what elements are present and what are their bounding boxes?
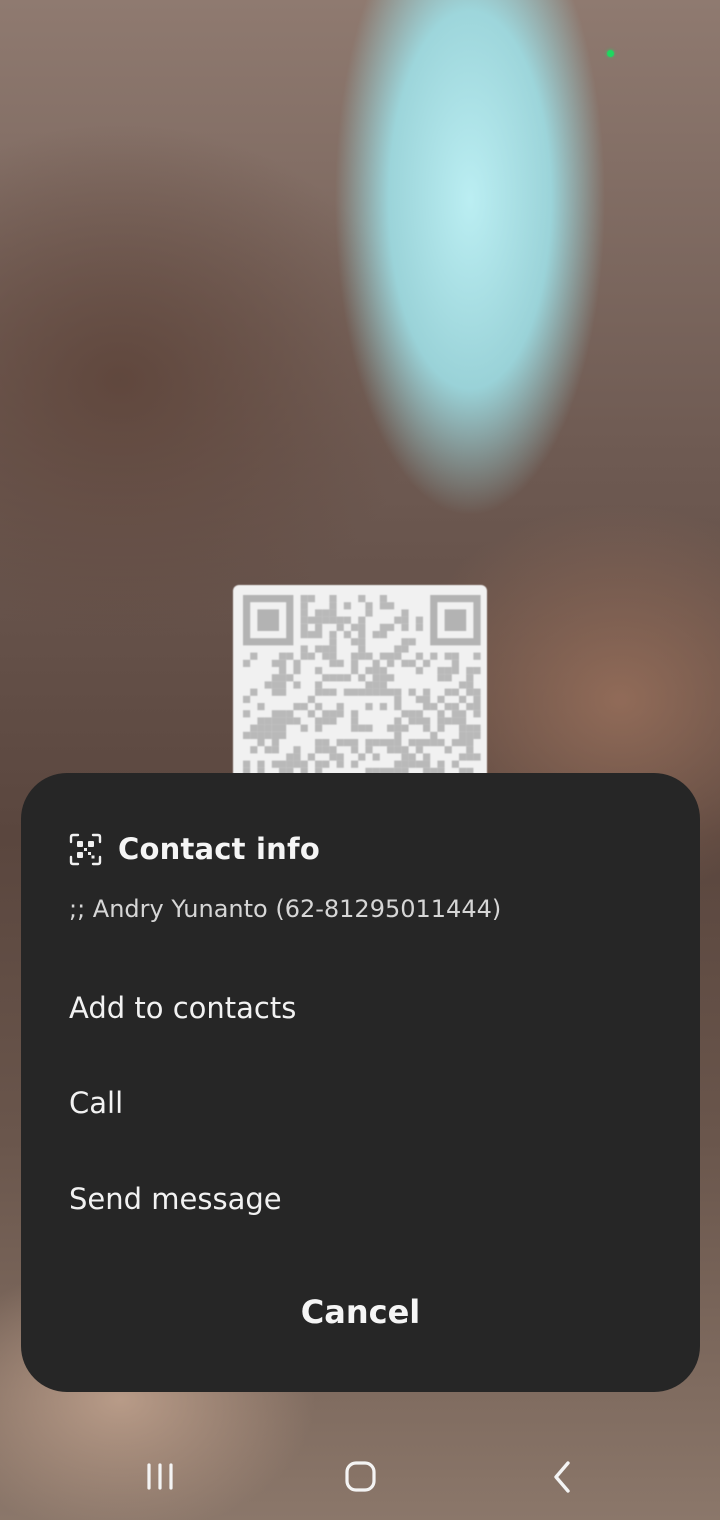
recents-icon bbox=[147, 1463, 173, 1490]
contact-details: ;; Andry Yunanto (62-81295011444) bbox=[69, 895, 502, 923]
home-icon bbox=[345, 1461, 376, 1492]
camera-in-use-indicator bbox=[607, 50, 614, 57]
sheet-header: Contact info bbox=[69, 829, 320, 869]
detected-qr-code bbox=[233, 585, 487, 785]
home-button[interactable] bbox=[331, 1452, 391, 1502]
call-button[interactable]: Call bbox=[69, 1086, 123, 1120]
sheet-title: Contact info bbox=[118, 832, 320, 866]
qr-result-sheet: Contact info ;; Andry Yunanto (62-812950… bbox=[21, 773, 700, 1392]
add-to-contacts-button[interactable]: Add to contacts bbox=[69, 991, 296, 1025]
navigation-bar bbox=[0, 1430, 720, 1520]
qr-code-image bbox=[243, 595, 481, 785]
back-icon bbox=[554, 1461, 570, 1493]
qr-code-icon bbox=[69, 833, 102, 865]
send-message-button[interactable]: Send message bbox=[69, 1182, 282, 1216]
camera-viewfinder: Contact info ;; Andry Yunanto (62-812950… bbox=[0, 0, 720, 1520]
recents-button[interactable] bbox=[130, 1452, 190, 1502]
cancel-button[interactable]: Cancel bbox=[21, 1293, 700, 1331]
back-button[interactable] bbox=[532, 1452, 592, 1502]
